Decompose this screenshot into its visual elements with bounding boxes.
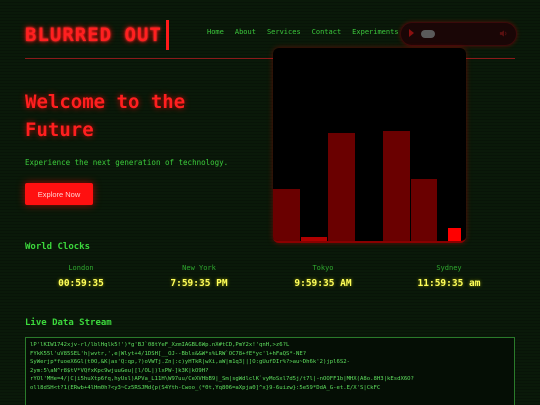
world-clocks-title: World Clocks [25, 242, 91, 252]
nav-contact[interactable]: Contact [312, 28, 342, 36]
main-nav: Home About Services Contact Experiments [207, 28, 399, 36]
clock-city: London [68, 264, 94, 272]
nav-experiments[interactable]: Experiments [352, 28, 398, 36]
visualizer-bar [448, 227, 461, 241]
visualizer-bar [383, 131, 410, 241]
clock-city: Tokyo [312, 264, 334, 272]
visualizer-bar [410, 179, 438, 241]
clock-time: 9:59:35 AM [294, 278, 352, 289]
stream-line: SyWerjp*fuoeX6Gl(t0O,&K|as'Q:qp,?)oVWTj.… [30, 359, 350, 365]
world-clocks: London 00:59:35 New York 7:59:35 PM Toky… [25, 264, 515, 304]
clock-new-york: New York 7:59:35 PM [143, 264, 255, 289]
clock-time: 11:59:35 am [417, 278, 481, 289]
hero-subtitle: Experience the next generation of techno… [25, 158, 229, 167]
explore-now-button[interactable]: Explore Now [25, 183, 93, 205]
stream-line: FYkK55l'uV85SEL'h|wvtr,',e|Wlyt+4/1DSH[_… [30, 350, 307, 357]
clock-time: 00:59:35 [58, 278, 104, 289]
clock-london: London 00:59:35 [25, 264, 137, 289]
volume-icon[interactable] [499, 29, 508, 38]
clock-city: New York [182, 264, 216, 272]
play-icon[interactable] [409, 29, 414, 37]
live-data-stream-title: Live Data Stream [25, 318, 112, 328]
hero-title: Welcome to the Future [25, 91, 186, 141]
visualizer-bar [273, 188, 300, 241]
nav-about[interactable]: About [235, 28, 256, 36]
clock-sydney: Sydney 11:59:35 am [393, 264, 505, 289]
nav-home[interactable]: Home [207, 28, 224, 36]
visualizer-bar [300, 237, 328, 241]
audio-visualizer [273, 48, 466, 243]
visualizer-bar [328, 132, 355, 241]
nav-services[interactable]: Services [267, 28, 301, 36]
stream-line: lP'lKIW1742xjv-rl/lblHqlk5!')*g'BJ`08tYe… [30, 342, 290, 348]
stream-line: 2ym:5\aN^r8$tV*VQfxKpc9wjuuGeu|[l/OL|)lx… [30, 367, 209, 374]
site-logo[interactable]: BLURRED OUT [25, 20, 169, 50]
data-stream-panel: lP'lKIW1742xjv-rl/lblHqlk5!')*g'BJ`08tYe… [25, 337, 515, 405]
audio-progress-track[interactable] [421, 30, 435, 38]
clock-city: Sydney [436, 264, 462, 272]
stream-line: oll8dSH<t?1(ERwb+4lHm0h?<y3~Cz5RSJMd{p(S… [30, 384, 381, 391]
audio-player [400, 22, 517, 46]
clock-tokyo: Tokyo 9:59:35 AM [267, 264, 379, 289]
clock-time: 7:59:35 PM [170, 278, 228, 289]
stream-line: rYOl'MHe=4/|C|i5huXtp6fq,hyUsl)APVa_L11H… [30, 376, 414, 382]
